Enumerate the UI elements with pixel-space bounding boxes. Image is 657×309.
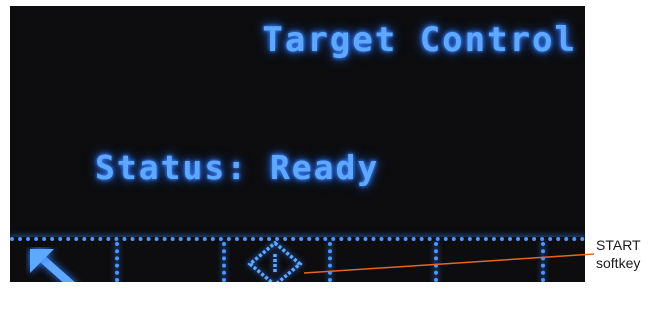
callout-label-line1: START — [596, 237, 641, 253]
callout-label: START softkey — [596, 236, 654, 272]
callout-label-line2: softkey — [596, 255, 641, 271]
callout-leader-line — [303, 253, 595, 274]
